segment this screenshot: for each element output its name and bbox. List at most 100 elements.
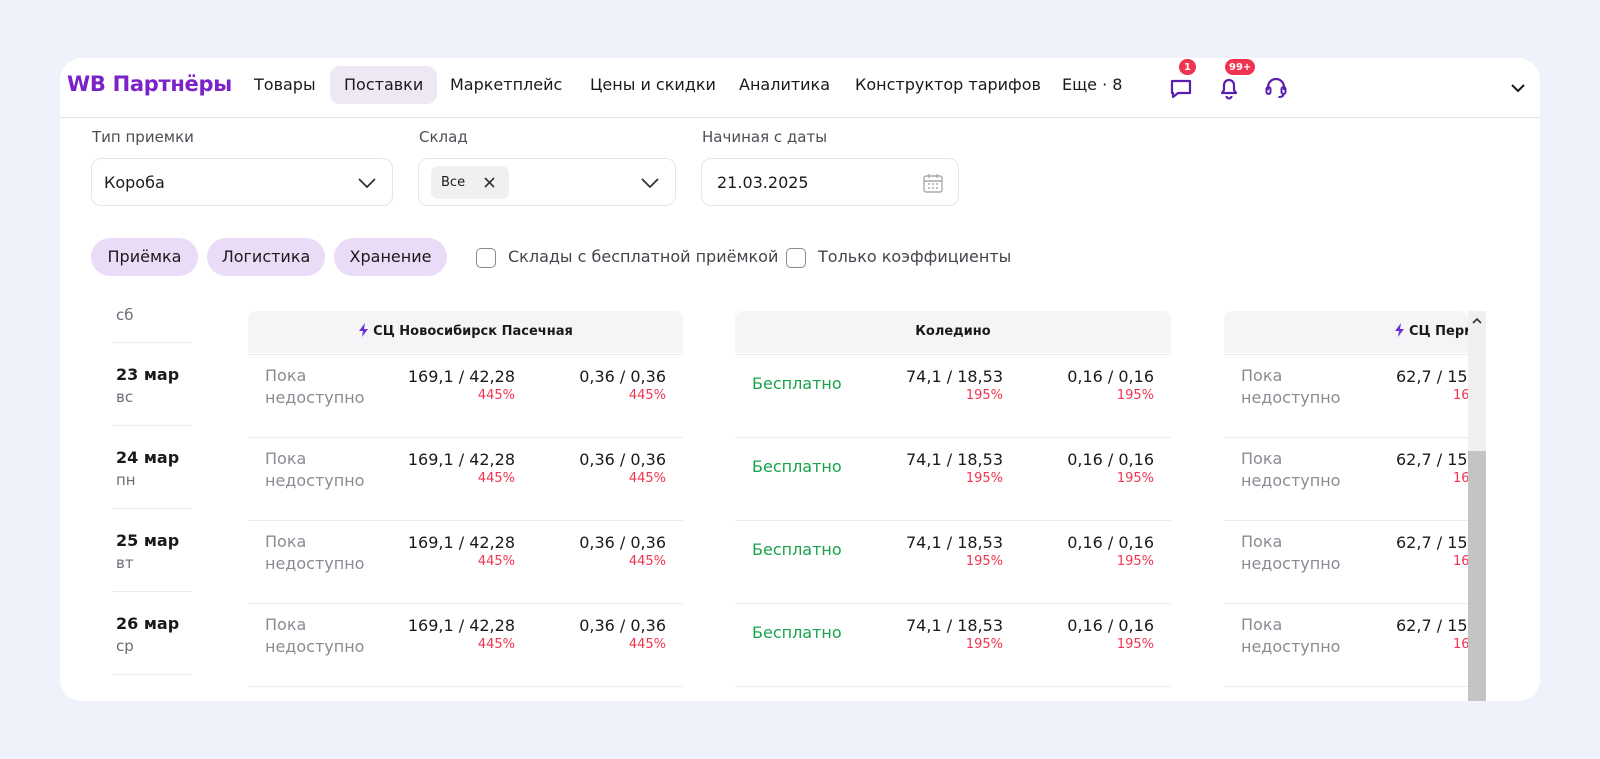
date-cell: 26 мар ср <box>112 591 192 673</box>
date-cell: 24 мар пн <box>112 425 192 507</box>
nav-supplies[interactable]: Поставки <box>330 66 438 104</box>
logo[interactable]: WB Партнёры <box>67 72 232 96</box>
status-line: Бесплатно <box>752 540 842 559</box>
coefficient-percent: 16 <box>1453 388 1468 403</box>
lightning-icon <box>1395 323 1404 337</box>
start-date-value: 21.03.2025 <box>717 173 809 192</box>
pill-logistics[interactable]: Логистика <box>207 238 325 276</box>
start-date-label: Начиная с даты <box>702 128 828 146</box>
chevron-down-icon[interactable] <box>1508 78 1528 98</box>
table-scrollbar[interactable] <box>1468 311 1486 701</box>
acceptance-status: Бесплатно <box>752 456 842 478</box>
coefficient-value: 62,7 / 15, <box>1396 533 1468 552</box>
coefficient-percent: 445% <box>628 637 666 652</box>
weekday-label: вт <box>116 554 134 572</box>
warehouse-tag: Все <box>431 166 509 199</box>
coefficient-percent: 195% <box>1116 471 1154 486</box>
weekday-label: пн <box>116 471 136 489</box>
warehouse-name: СЦ Новосибирск Пасечная <box>373 324 573 339</box>
coefficient-percent: 195% <box>965 471 1003 486</box>
date-label: 23 мар <box>116 365 180 384</box>
nav-goods[interactable]: Товары <box>240 66 330 104</box>
close-icon[interactable] <box>481 174 498 191</box>
warehouse-select[interactable]: Все <box>418 158 676 206</box>
coefficient-value: 74,1 / 18,53 <box>906 616 1003 635</box>
acceptance-status: Пока недоступно <box>265 614 364 658</box>
nav-analytics[interactable]: Аналитика <box>725 66 844 104</box>
date-cell: 25 мар вт <box>112 508 192 590</box>
coefficient-value: 0,36 / 0,36 <box>579 616 666 635</box>
table-row: Бесплатно 74,1 / 18,53 195% 0,16 / 0,16 195% <box>735 603 1171 686</box>
table-row: Пока недоступно 169,1 / 42,28 445% 0,36 / 0,… <box>248 520 683 603</box>
coefficient-value: 62,7 / 15, <box>1396 367 1468 386</box>
table-row: Пока недоступно 62,7 / 15, 16 <box>1224 437 1468 520</box>
acceptance-status: Пока недоступно <box>265 448 364 492</box>
free-acceptance-checkbox[interactable] <box>476 248 496 268</box>
coefficient-value: 0,16 / 0,16 <box>1067 616 1154 635</box>
coefficient-value: 0,16 / 0,16 <box>1067 533 1154 552</box>
status-line: недоступно <box>265 554 365 573</box>
app-window: WB Партнёры Товары Поставки Маркетплейс … <box>60 58 1540 701</box>
warehouse-header-novosibirsk: СЦ Новосибирск Пасечная <box>248 311 683 353</box>
coefficient-value: 74,1 / 18,53 <box>906 367 1003 386</box>
notifications-button[interactable]: 99+ <box>1214 58 1257 102</box>
status-line: Бесплатно <box>752 457 842 476</box>
nav-tariff-builder[interactable]: Конструктор тарифов <box>841 66 1055 104</box>
status-line: недоступно <box>1241 471 1341 490</box>
table-row: Бесплатно 74,1 / 18,53 195% 0,16 / 0,16 195% <box>735 437 1171 520</box>
acceptance-status: Бесплатно <box>752 373 842 395</box>
status-line: недоступно <box>1241 554 1341 573</box>
coefficient-value: 74,1 / 18,53 <box>906 450 1003 469</box>
acceptance-type-select[interactable]: Короба <box>91 158 393 206</box>
table-row: Бесплатно 74,1 / 18,53 195% 0,16 / 0,16 195% <box>735 354 1171 437</box>
coefficient-percent: 195% <box>965 554 1003 569</box>
top-header: WB Партнёры Товары Поставки Маркетплейс … <box>60 58 1540 118</box>
free-acceptance-label[interactable]: Склады с бесплатной приёмкой <box>508 247 778 266</box>
coefficient-percent: 445% <box>628 471 666 486</box>
coefficient-value: 74,1 / 18,53 <box>906 533 1003 552</box>
nav-prices[interactable]: Цены и скидки <box>576 66 730 104</box>
messages-badge: 1 <box>1178 58 1197 76</box>
status-line: Пока <box>1241 615 1283 634</box>
acceptance-status: Пока недоступно <box>1241 448 1340 492</box>
pill-storage[interactable]: Хранение <box>334 238 447 276</box>
messages-button[interactable]: 1 <box>1166 58 1197 102</box>
date-label: 24 мар <box>116 448 180 467</box>
coefficient-percent: 445% <box>628 388 666 403</box>
only-coefficients-checkbox[interactable] <box>786 248 806 268</box>
status-line: Пока <box>265 366 307 385</box>
acceptance-status: Пока недоступно <box>1241 614 1340 658</box>
only-coefficients-label[interactable]: Только коэффициенты <box>818 247 1011 266</box>
date-label: 26 мар <box>116 614 180 633</box>
coefficient-value: 169,1 / 42,28 <box>407 367 515 386</box>
status-line: Пока <box>265 532 307 551</box>
acceptance-status: Бесплатно <box>752 622 842 644</box>
chevron-up-icon[interactable] <box>1471 315 1483 327</box>
status-line: недоступно <box>265 637 365 656</box>
date-label: 25 мар <box>116 531 180 550</box>
status-line: Пока <box>265 615 307 634</box>
nav-more[interactable]: Еще · 8 <box>1048 66 1136 104</box>
coefficient-value: 62,7 / 15, <box>1396 616 1468 635</box>
warehouse-header-koledino: Коледино <box>735 311 1171 353</box>
chat-icon <box>1170 79 1192 99</box>
warehouse-name: СЦ Перм <box>1409 324 1468 339</box>
nav-marketplace[interactable]: Маркетплейс <box>436 66 576 104</box>
support-button[interactable] <box>1261 72 1291 102</box>
date-cell: 23 мар вс <box>112 342 192 424</box>
table-row: Пока недоступно 169,1 / 42,28 445% 0,36 / 0,… <box>248 603 683 686</box>
table-row: Бесплатно 74,1 / 18,53 195% 0,16 / 0,16 195% <box>735 520 1171 603</box>
warehouse-header-perm: СЦ Перм <box>1224 311 1468 353</box>
calendar-icon[interactable] <box>922 172 944 194</box>
scrollbar-thumb[interactable] <box>1468 451 1486 701</box>
table-row <box>1224 686 1468 701</box>
coefficient-value: 0,16 / 0,16 <box>1067 450 1154 469</box>
status-line: Пока <box>1241 366 1283 385</box>
table-row: Пока недоступно 62,7 / 15, 16 <box>1224 603 1468 686</box>
weekday-label: вс <box>116 388 134 406</box>
pill-acceptance[interactable]: Приёмка <box>91 238 198 276</box>
warehouse-name: Коледино <box>915 324 991 339</box>
status-line: Бесплатно <box>752 374 842 393</box>
coefficient-percent: 445% <box>477 388 515 403</box>
start-date-input[interactable]: 21.03.2025 <box>701 158 959 206</box>
